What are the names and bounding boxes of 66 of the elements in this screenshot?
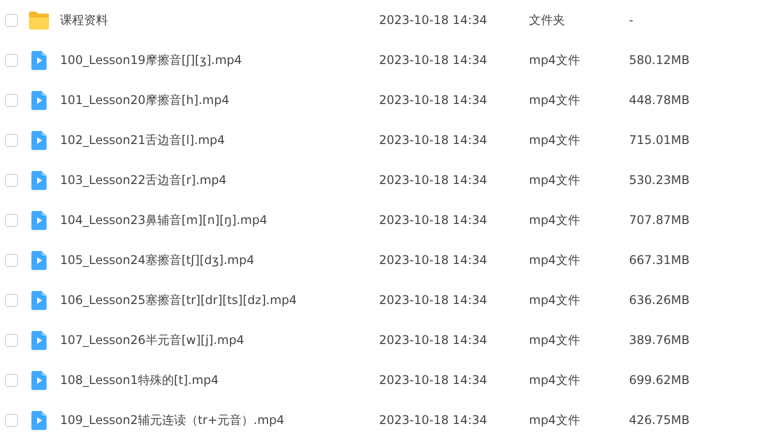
modified-date: 2023-10-18 14:34 [379, 213, 488, 227]
modified-date: 2023-10-18 14:34 [379, 173, 488, 187]
file-name[interactable]: 108_Lesson1特殊的[t].mp4 [60, 372, 379, 388]
file-size: 389.76MB [629, 333, 690, 347]
video-file-icon [29, 170, 49, 190]
file-type: mp4文件 [529, 172, 581, 188]
modified-date: 2023-10-18 14:34 [379, 253, 488, 267]
video-file-icon [29, 370, 49, 390]
checkbox[interactable] [5, 134, 18, 146]
checkbox[interactable] [5, 374, 18, 386]
file-name[interactable]: 103_Lesson22舌边音[r].mp4 [60, 172, 379, 188]
checkbox[interactable] [5, 214, 18, 226]
file-size: 699.62MB [629, 373, 690, 387]
file-size: - [629, 13, 634, 27]
video-file-icon [29, 130, 49, 150]
file-type: mp4文件 [529, 52, 581, 68]
video-file-icon [29, 90, 49, 110]
file-size: 636.26MB [629, 293, 690, 307]
modified-date: 2023-10-18 14:34 [379, 133, 488, 147]
file-size: 426.75MB [629, 413, 690, 427]
file-name[interactable]: 107_Lesson26半元音[w][j].mp4 [60, 332, 379, 348]
file-name[interactable]: 104_Lesson23鼻辅音[m][n][ŋ].mp4 [60, 212, 379, 228]
file-name[interactable]: 102_Lesson21舌边音[l].mp4 [60, 132, 379, 148]
file-name[interactable]: 106_Lesson25塞擦音[tr][dr][ts][dz].mp4 [60, 292, 379, 308]
video-file-icon [29, 330, 49, 350]
folder-icon [29, 10, 49, 30]
checkbox[interactable] [5, 174, 18, 186]
modified-date: 2023-10-18 14:34 [379, 413, 488, 427]
modified-date: 2023-10-18 14:34 [379, 373, 488, 387]
file-size: 715.01MB [629, 133, 690, 147]
file-name[interactable]: 109_Lesson2辅元连读（tr+元音）.mp4 [60, 412, 379, 428]
file-size: 667.31MB [629, 253, 690, 267]
video-file-icon [29, 50, 49, 70]
file-type: 文件夹 [529, 12, 566, 28]
file-size: 530.23MB [629, 173, 690, 187]
file-size: 448.78MB [629, 93, 690, 107]
checkbox[interactable] [5, 254, 18, 266]
checkbox[interactable] [5, 54, 18, 66]
file-type: mp4文件 [529, 332, 581, 348]
modified-date: 2023-10-18 14:34 [379, 333, 488, 347]
file-name[interactable]: 101_Lesson20摩擦音[h].mp4 [60, 92, 379, 108]
file-size: 707.87MB [629, 213, 690, 227]
video-file-icon [29, 210, 49, 230]
file-name[interactable]: 100_Lesson19摩擦音[ʃ][ʒ].mp4 [60, 52, 379, 68]
file-type: mp4文件 [529, 252, 581, 268]
file-type: mp4文件 [529, 92, 581, 108]
modified-date: 2023-10-18 14:34 [379, 13, 488, 27]
modified-date: 2023-10-18 14:34 [379, 53, 488, 67]
file-type: mp4文件 [529, 412, 581, 428]
modified-date: 2023-10-18 14:34 [379, 293, 488, 307]
video-file-icon [29, 250, 49, 270]
file-size: 580.12MB [629, 53, 690, 67]
modified-date: 2023-10-18 14:34 [379, 93, 488, 107]
file-name[interactable]: 课程资料 [60, 12, 379, 28]
checkbox[interactable] [5, 94, 18, 106]
checkbox[interactable] [5, 294, 18, 306]
file-type: mp4文件 [529, 212, 581, 228]
checkbox[interactable] [5, 334, 18, 346]
checkbox[interactable] [5, 14, 18, 26]
file-type: mp4文件 [529, 372, 581, 388]
checkbox[interactable] [5, 414, 18, 426]
video-file-icon [29, 290, 49, 310]
file-type: mp4文件 [529, 292, 581, 308]
file-name[interactable]: 105_Lesson24塞擦音[tʃ][dʒ].mp4 [60, 252, 379, 268]
video-file-icon [29, 410, 49, 430]
file-type: mp4文件 [529, 132, 581, 148]
